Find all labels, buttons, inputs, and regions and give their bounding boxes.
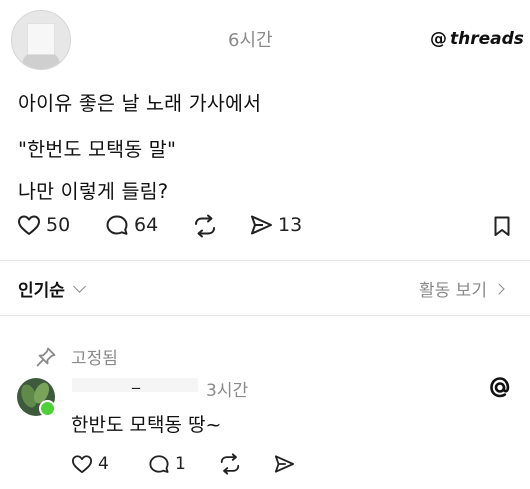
reply-share-button[interactable] xyxy=(273,454,295,474)
pinned-indicator: 고정됨 xyxy=(35,344,118,369)
divider xyxy=(0,260,530,261)
comment-icon xyxy=(149,455,169,473)
pinned-label: 고정됨 xyxy=(71,349,118,369)
sort-dropdown[interactable]: 인기순 xyxy=(18,276,86,301)
threads-logo-icon xyxy=(490,377,510,398)
threads-icon[interactable] xyxy=(488,375,512,403)
pin-icon xyxy=(36,347,56,366)
online-status-dot xyxy=(39,400,56,417)
threads-logo[interactable]: @ threads xyxy=(430,29,524,49)
reply-username[interactable]: _ xyxy=(132,370,140,389)
post-text-line-3: 나만 이렇게 들림? xyxy=(18,180,169,203)
threads-logo-text: threads xyxy=(450,29,524,49)
share-button[interactable]: 13 xyxy=(249,214,302,236)
repost-button[interactable] xyxy=(192,214,218,238)
heart-icon xyxy=(72,455,92,474)
view-activity-label: 활동 보기 xyxy=(419,281,487,301)
reply-time: 3시간 xyxy=(206,381,249,401)
chevron-right-icon xyxy=(493,282,505,295)
post-text-line-2: "한번도 모택동 말" xyxy=(18,138,177,161)
send-icon xyxy=(251,215,272,235)
repost-icon xyxy=(195,214,215,238)
share-count: 13 xyxy=(278,214,303,236)
comment-count: 64 xyxy=(134,214,159,236)
reply-text: 한반도 모택동 땅~ xyxy=(71,414,222,436)
sort-label: 인기순 xyxy=(18,281,65,301)
post-time: 6시간 xyxy=(228,30,273,51)
reply-like-count: 4 xyxy=(98,454,109,474)
send-icon xyxy=(274,455,294,473)
comment-button[interactable]: 64 xyxy=(105,214,158,236)
view-activity-link[interactable]: 활동 보기 xyxy=(419,276,505,301)
reply-like-button[interactable]: 4 xyxy=(71,454,109,474)
bookmark-icon xyxy=(494,216,510,236)
bookmark-button[interactable] xyxy=(492,215,512,241)
reply-repost-button[interactable] xyxy=(218,453,242,475)
repost-icon xyxy=(220,453,240,475)
reply-comment-button[interactable]: 1 xyxy=(148,454,186,474)
threads-logo-icon: @ xyxy=(430,29,447,49)
heart-icon xyxy=(18,215,40,235)
author-avatar[interactable] xyxy=(11,10,71,70)
avatar-face-redaction xyxy=(27,23,55,55)
like-button[interactable]: 50 xyxy=(17,214,70,236)
divider xyxy=(0,315,530,316)
comment-icon xyxy=(106,215,128,235)
reply-comment-count: 1 xyxy=(175,454,186,474)
post-text-line-1: 아이유 좋은 날 노래 가사에서 xyxy=(18,92,262,115)
chevron-down-icon xyxy=(73,279,86,293)
like-count: 50 xyxy=(46,214,71,236)
